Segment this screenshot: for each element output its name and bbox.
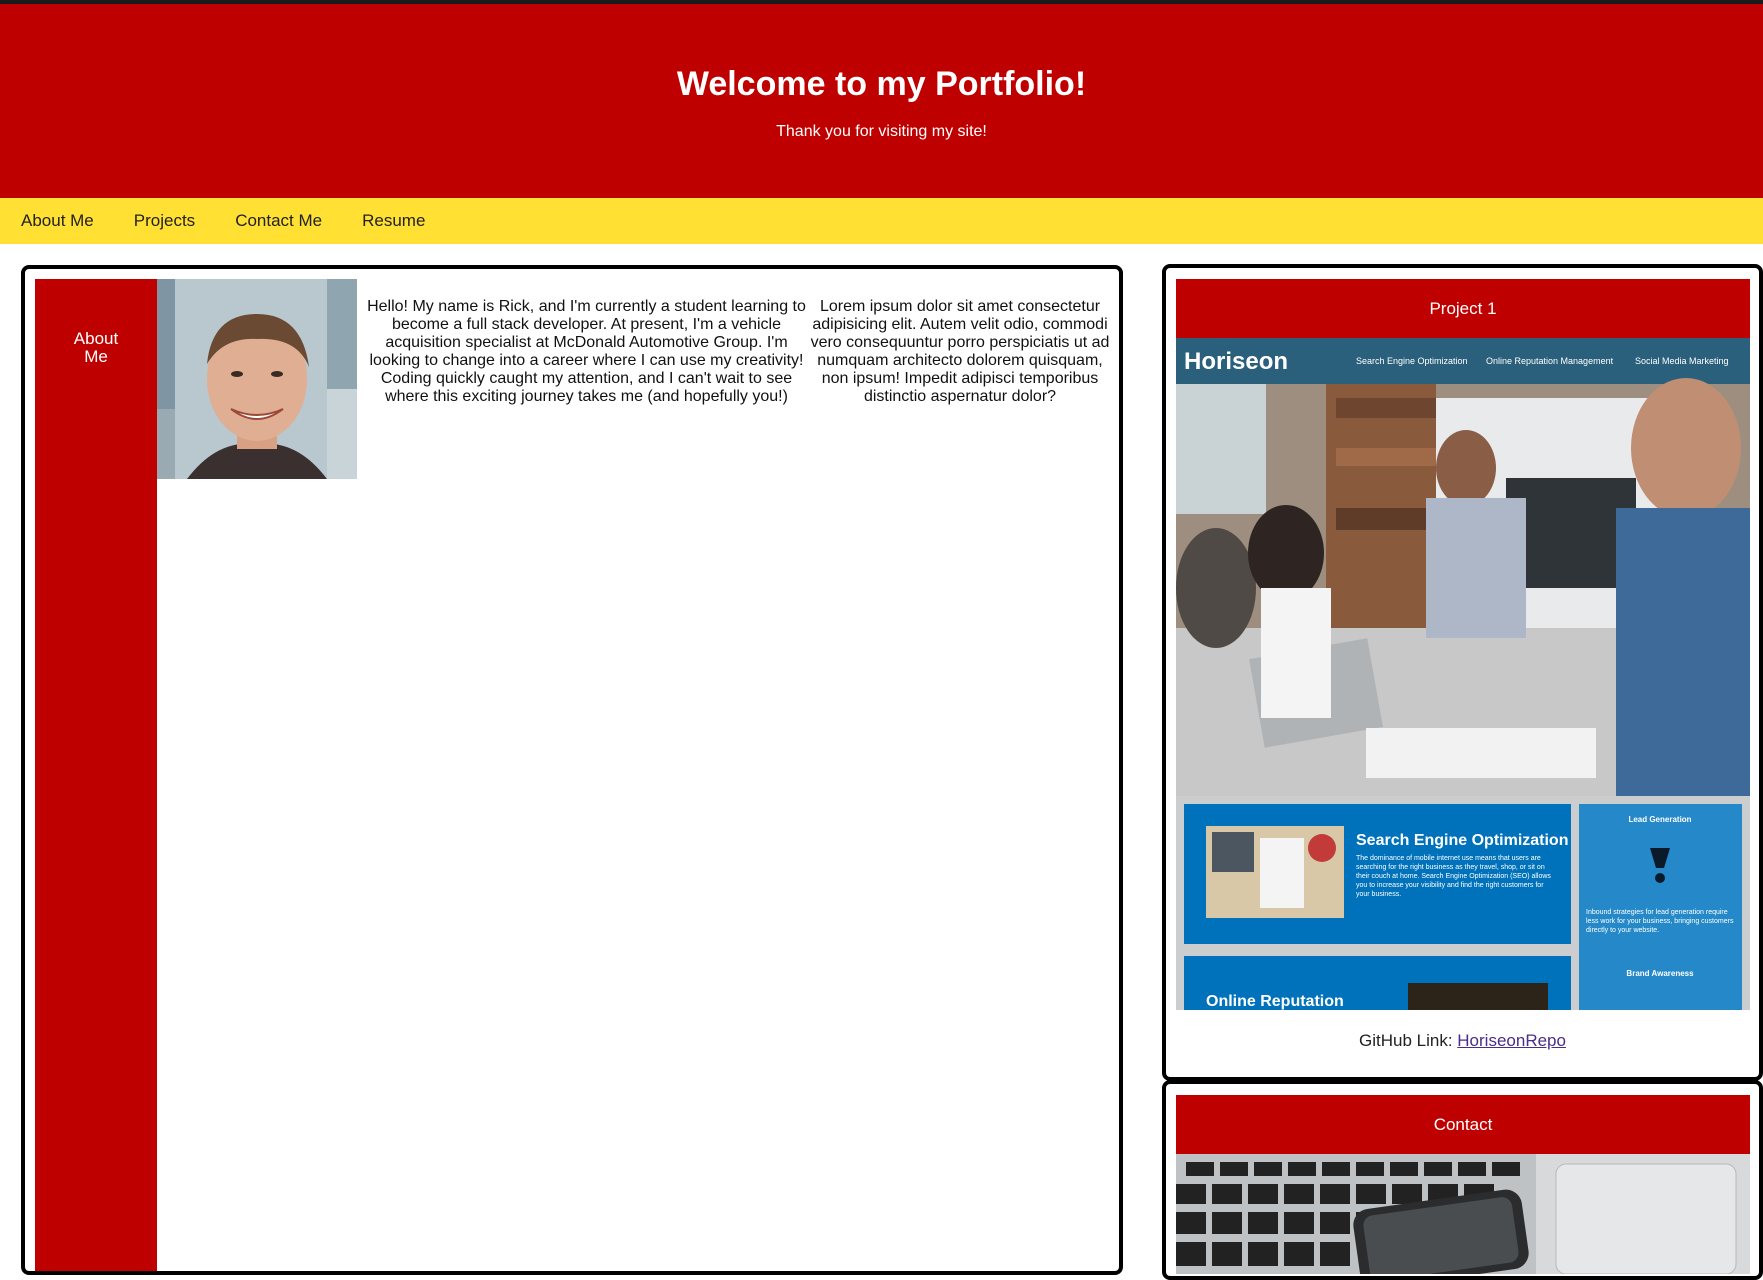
about-sidebar: About Me: [35, 279, 157, 1271]
horiseon-next-title: Online Reputation: [1206, 993, 1344, 1010]
horiseon-seo-title: Search Engine Optimization: [1356, 832, 1568, 849]
github-prefix: GitHub Link:: [1359, 1031, 1458, 1050]
project-screenshot[interactable]: Horiseon Search Engine Optimization Onli…: [1176, 338, 1750, 1010]
nav-projects[interactable]: Projects: [134, 211, 195, 231]
main-nav: About Me Projects Contact Me Resume: [0, 198, 1763, 244]
page-subtitle: Thank you for visiting my site!: [776, 123, 987, 140]
nav-about-me[interactable]: About Me: [21, 211, 94, 231]
horiseon-nav-1: Search Engine Optimization: [1356, 356, 1468, 366]
project-card: Project 1 Horiseon Search Engine Optimiz…: [1162, 264, 1763, 1081]
contact-image: [1176, 1154, 1750, 1274]
horiseon-side-body: Inbound strategies for lead generation r…: [1586, 909, 1734, 934]
project-title: Project 1: [1176, 279, 1750, 338]
github-line: GitHub Link: HoriseonRepo: [1166, 1031, 1759, 1051]
nav-contact-me[interactable]: Contact Me: [235, 211, 322, 231]
github-link[interactable]: HoriseonRepo: [1457, 1031, 1566, 1050]
horiseon-seo-body: The dominance of mobile internet use mea…: [1356, 855, 1551, 898]
nav-resume[interactable]: Resume: [362, 211, 425, 231]
horiseon-side-title: Lead Generation: [1628, 815, 1691, 824]
site-header: Welcome to my Portfolio! Thank you for v…: [0, 4, 1763, 198]
contact-title: Contact: [1176, 1095, 1750, 1154]
about-bio: Hello! My name is Rick, and I'm currentl…: [367, 298, 806, 405]
page-title: Welcome to my Portfolio!: [676, 65, 1087, 103]
about-lorem: Lorem ipsum dolor sit amet consectetur a…: [810, 298, 1110, 405]
horiseon-side-footer: Brand Awareness: [1626, 969, 1694, 978]
horiseon-preview: Horiseon Search Engine Optimization Onli…: [1176, 338, 1750, 1010]
about-sidebar-label: About Me: [73, 329, 119, 366]
about-section: About Me Hello! My name is Rick, and I'm…: [21, 265, 1123, 1275]
profile-photo: [157, 279, 357, 479]
horiseon-nav-3: Social Media Marketing: [1635, 356, 1729, 366]
horiseon-brand: Horiseon: [1184, 348, 1288, 375]
contact-card: Contact: [1162, 1080, 1763, 1280]
horiseon-nav-2: Online Reputation Management: [1486, 356, 1614, 366]
